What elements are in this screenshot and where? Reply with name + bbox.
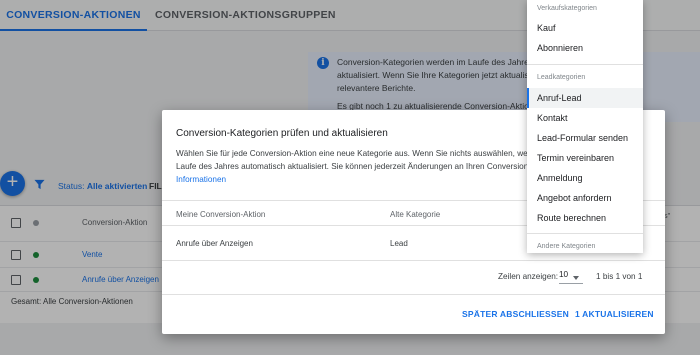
menu-divider [527, 233, 643, 234]
rows-per-page-select[interactable]: 10 [559, 270, 583, 284]
rows-per-page-label: Zeilen anzeigen: [498, 272, 559, 281]
group-sales-categories: Verkaufskategorien [537, 5, 597, 12]
menu-divider [527, 64, 643, 65]
group-other-categories: Andere Kategorien [537, 243, 596, 250]
menu-item-phone-call-lead[interactable]: Anruf-Lead [527, 88, 643, 108]
chevron-down-icon[interactable] [573, 276, 579, 280]
category-dropdown-menu: Verkaufskategorien Kauf Abonnieren Leadk… [527, 0, 643, 253]
row-old-category: Lead [390, 239, 408, 248]
rows-per-page-value: 10 [559, 270, 569, 279]
update-button[interactable]: 1 AKTUALISIEREN [575, 309, 654, 319]
menu-item-book-appointment[interactable]: Termin vereinbaren [527, 148, 643, 168]
finish-later-button[interactable]: SPÄTER ABSCHLIESSEN [462, 309, 569, 319]
menu-item-purchase[interactable]: Kauf [527, 18, 643, 38]
menu-item-get-directions[interactable]: Route berechnen [527, 208, 643, 228]
menu-item-submit-lead-form[interactable]: Lead-Formular senden [527, 128, 643, 148]
menu-item-contact[interactable]: Kontakt [527, 108, 643, 128]
menu-item-sign-up[interactable]: Anmeldung [527, 168, 643, 188]
dialog-divider [162, 294, 665, 295]
group-lead-categories: Leadkategorien [537, 74, 586, 81]
col-old-category: Alte Kategorie [390, 210, 441, 219]
pagination-range: 1 bis 1 von 1 [596, 272, 643, 281]
menu-item-subscribe[interactable]: Abonnieren [527, 38, 643, 58]
menu-item-request-quote[interactable]: Angebot anfordern [527, 188, 643, 208]
dialog-title: Conversion-Kategorien prüfen und aktuali… [176, 128, 388, 139]
row-conversion-action: Anrufe über Anzeigen [176, 239, 253, 248]
col-my-conversion-action: Meine Conversion-Aktion [176, 210, 266, 219]
